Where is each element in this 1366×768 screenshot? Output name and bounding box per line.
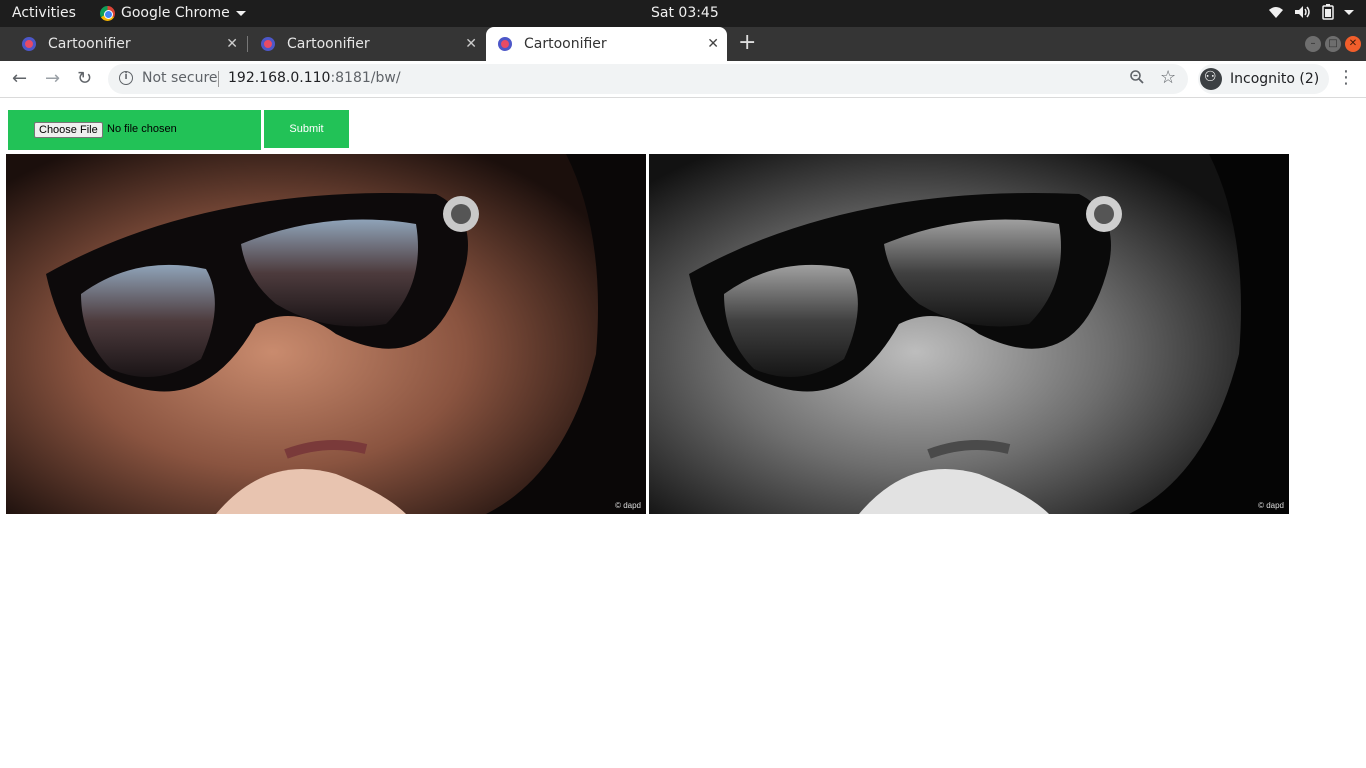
reload-icon[interactable]: ↻: [77, 68, 92, 89]
battery-icon: [1322, 4, 1334, 20]
url-path: :8181/bw/: [330, 70, 401, 86]
upload-form: Choose File No file chosen: [8, 110, 261, 150]
back-arrow-icon[interactable]: ←: [12, 68, 27, 89]
image-credit: © dapd: [1258, 501, 1284, 510]
processed-photo-drawing: [649, 154, 1289, 514]
zoom-icon[interactable]: [1129, 69, 1145, 85]
forward-arrow-icon[interactable]: →: [45, 68, 60, 89]
url-text[interactable]: 192.168.0.110:8181/bw/: [228, 70, 401, 86]
tab-title: Cartoonifier: [48, 36, 131, 52]
system-tray[interactable]: [1268, 4, 1354, 20]
info-icon[interactable]: i: [119, 71, 133, 85]
omnibox-divider: [218, 71, 219, 87]
incognito-label: Incognito (2): [1230, 71, 1320, 87]
file-status-text: No file chosen: [107, 123, 177, 135]
address-bar[interactable]: i Not secure 192.168.0.110:8181/bw/ ☆: [108, 64, 1188, 94]
page-content: Choose File No file chosen Submit © dapd…: [0, 99, 1366, 768]
close-window-icon[interactable]: ✕: [1345, 36, 1361, 52]
browser-menu-icon[interactable]: ⋮: [1337, 67, 1355, 88]
incognito-icon: [1200, 68, 1222, 90]
app-menu[interactable]: Google Chrome: [100, 5, 246, 21]
app-menu-label: Google Chrome: [121, 5, 230, 21]
bookmark-star-icon[interactable]: ☆: [1160, 67, 1176, 88]
original-photo-drawing: [6, 154, 646, 514]
minimize-window-icon[interactable]: –: [1305, 36, 1321, 52]
original-image: © dapd: [6, 154, 646, 514]
tab-2[interactable]: Cartoonifier ✕: [239, 27, 485, 61]
submit-button[interactable]: Submit: [264, 110, 349, 148]
chrome-logo-icon: [100, 5, 115, 21]
tab-title: Cartoonifier: [524, 36, 607, 52]
cartoonifier-favicon-icon: [498, 37, 512, 51]
maximize-window-icon[interactable]: □: [1325, 36, 1341, 52]
new-tab-plus-icon[interactable]: +: [738, 30, 756, 55]
system-top-bar: Activities Google Chrome Sat 03:45: [0, 0, 1366, 27]
wifi-icon: [1269, 7, 1283, 18]
activities-button[interactable]: Activities: [12, 5, 76, 21]
processed-bw-image: © dapd: [649, 154, 1289, 514]
incognito-profile-button[interactable]: Incognito (2): [1198, 64, 1330, 94]
tab-title: Cartoonifier: [287, 36, 370, 52]
cartoonifier-favicon-icon: [22, 37, 36, 51]
clock[interactable]: Sat 03:45: [651, 5, 719, 21]
browser-toolbar: ← → ↻ i Not secure 192.168.0.110:8181/bw…: [0, 61, 1366, 98]
chevron-down-icon: [235, 10, 246, 16]
url-host: 192.168.0.110: [228, 70, 331, 86]
volume-icon: [1295, 6, 1310, 18]
tab-strip: Cartoonifier ✕ Cartoonifier ✕ Cartoonifi…: [0, 27, 1366, 61]
tab-1[interactable]: Cartoonifier ✕: [0, 27, 246, 61]
image-credit: © dapd: [615, 501, 641, 510]
tab-3-active[interactable]: Cartoonifier ✕: [486, 27, 727, 61]
cartoonifier-favicon-icon: [261, 37, 275, 51]
close-tab-icon[interactable]: ✕: [465, 36, 477, 52]
close-tab-icon[interactable]: ✕: [226, 36, 238, 52]
security-indicator[interactable]: Not secure: [142, 70, 218, 86]
system-menu-chevron-icon: [1344, 9, 1354, 15]
close-tab-icon[interactable]: ✕: [707, 36, 719, 52]
choose-file-button[interactable]: Choose File: [34, 122, 103, 138]
